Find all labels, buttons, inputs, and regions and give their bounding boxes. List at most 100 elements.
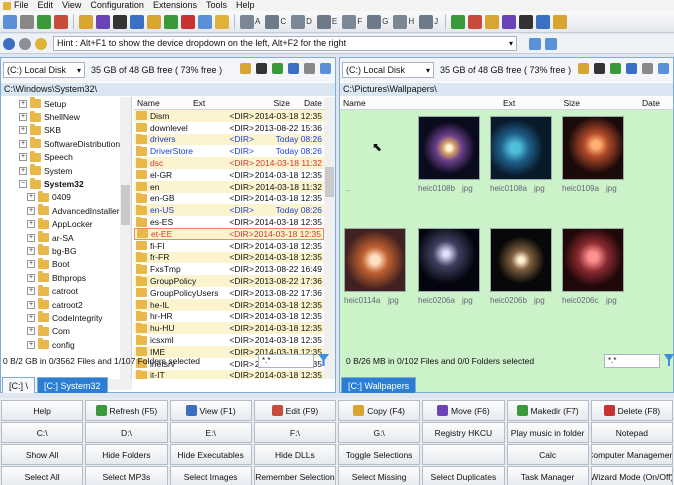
expand-icon[interactable]: +	[19, 139, 27, 148]
delete-f8-button[interactable]: Delete (F8)	[590, 400, 673, 421]
expand-icon[interactable]: +	[27, 220, 35, 229]
drive-e-icon[interactable]	[316, 14, 331, 29]
refresh-f5-button[interactable]: Refresh (F5)	[85, 400, 168, 421]
table-row[interactable]: dsc <DIR> 2014-03-18 11:32	[134, 157, 324, 169]
table-row[interactable]: fr-FR <DIR> 2014-03-18 12:35	[134, 251, 324, 264]
table-row[interactable]: FxsTmp <DIR> 2013-08-22 16:49	[134, 263, 324, 275]
tree-item[interactable]: + Com	[1, 324, 131, 338]
tree-item[interactable]: +0409	[1, 190, 131, 204]
menu-extensions[interactable]: Extensions	[153, 0, 197, 11]
tree-item[interactable]: + ar-SA	[1, 231, 131, 244]
tool-icon[interactable]	[198, 14, 212, 29]
table-row[interactable]: hu-HU <DIR> 2014-03-18 12:35	[134, 322, 324, 335]
image-thumbnail[interactable]: heic0114a jpg	[344, 228, 408, 308]
table-row[interactable]: icsxml <DIR> 2014-03-18 12:35	[134, 334, 324, 346]
tool-icon[interactable]	[536, 14, 551, 29]
edit-f9-button[interactable]: Edit (F9)	[253, 400, 336, 421]
task-manager-button[interactable]: Task Manager	[506, 466, 589, 485]
col-ext[interactable]: Ext	[190, 98, 234, 108]
tree-item[interactable]: + Bthprops	[1, 271, 131, 284]
copy-f4-button[interactable]: Copy (F4)	[338, 400, 421, 421]
menu-file[interactable]: File	[14, 0, 29, 11]
tool-icon[interactable]	[20, 14, 34, 29]
menu-help[interactable]: Help	[236, 0, 255, 11]
tree-item[interactable]: + config	[1, 338, 131, 351]
history-icon[interactable]	[19, 37, 31, 50]
col-date[interactable]: Date	[580, 98, 660, 108]
tab-root[interactable]: [C:] \	[2, 377, 36, 393]
tool-icon[interactable]	[54, 14, 68, 29]
image-thumbnail[interactable]: heic0206c jpg	[562, 228, 626, 308]
tree-scrollbar[interactable]	[120, 97, 131, 379]
select-mp3s-button[interactable]: Select MP3s	[85, 466, 168, 485]
refresh-icon[interactable]	[578, 63, 589, 74]
tree-item[interactable]: + Speech	[1, 150, 131, 164]
tool-icon[interactable]	[113, 14, 127, 29]
e-button[interactable]: E:\	[169, 422, 252, 443]
table-row[interactable]: en-US <DIR> Today 08:26	[134, 204, 324, 217]
g-button[interactable]: G:\	[338, 422, 421, 443]
drive-f-icon[interactable]	[342, 14, 357, 29]
expand-icon[interactable]: +	[27, 300, 35, 309]
chevron-down-icon[interactable]: ▾	[509, 37, 513, 50]
table-row[interactable]: en-GB <DIR> 2014-03-18 12:35	[134, 193, 324, 205]
remember-selection-button[interactable]: Remember Selection	[253, 466, 336, 485]
tool-icon[interactable]	[37, 14, 51, 29]
drive-h-icon[interactable]	[393, 14, 408, 29]
help-button[interactable]: Help	[1, 400, 84, 421]
makedir-f7-button[interactable]: Makedir (F7)	[506, 400, 589, 421]
tree-item[interactable]: + Setup	[1, 97, 131, 110]
c-button[interactable]: C:\	[1, 422, 84, 443]
select-images-button[interactable]: Select Images	[169, 466, 252, 485]
expand-icon[interactable]: +	[19, 113, 27, 122]
d-button[interactable]: D:\	[85, 422, 168, 443]
tool-icon[interactable]	[79, 14, 93, 29]
layout-icon[interactable]	[658, 63, 669, 74]
expand-icon[interactable]: +	[19, 153, 27, 162]
left-panel-icon[interactable]	[529, 37, 541, 50]
table-row[interactable]: drivers <DIR> Today 08:26	[134, 133, 324, 146]
menu-edit[interactable]: Edit	[38, 0, 54, 11]
tree-item[interactable]: + System	[1, 164, 131, 177]
col-date[interactable]: Date	[290, 98, 322, 108]
expand-icon[interactable]: +	[27, 260, 35, 269]
select-all-button[interactable]: Select All	[1, 466, 84, 485]
drive-d-icon[interactable]	[291, 14, 306, 29]
tool-icon[interactable]	[147, 14, 161, 29]
tool-icon[interactable]	[215, 14, 229, 29]
registry-hkcu-button[interactable]: Registry HKCU	[422, 422, 505, 443]
tree-item[interactable]: + SoftwareDistribution	[1, 137, 131, 150]
back-icon[interactable]	[3, 37, 15, 50]
table-row[interactable]: he-IL <DIR> 2014-03-18 12:35	[134, 298, 324, 311]
hide-executables-button[interactable]: Hide Executables	[169, 444, 252, 465]
select-duplicates-button[interactable]: Select Duplicates	[422, 466, 505, 485]
hide-dlls-button[interactable]: Hide DLLs	[253, 444, 336, 465]
col-size[interactable]: Size	[234, 98, 290, 108]
play-music-in-folder-button[interactable]: Play music in folder	[506, 422, 589, 443]
refresh-icon[interactable]	[240, 63, 251, 74]
tab-wallpapers[interactable]: [C:] Wallpapers	[341, 377, 417, 393]
image-thumbnail[interactable]: heic0108b jpg	[418, 116, 482, 196]
expand-icon[interactable]: +	[27, 273, 35, 282]
up-folder-icon[interactable]	[610, 63, 621, 74]
tools-icon[interactable]	[304, 63, 315, 74]
tool-icon[interactable]	[451, 14, 466, 29]
expand-icon[interactable]: +	[27, 340, 35, 349]
drive-g-icon[interactable]	[367, 14, 382, 29]
expand-icon[interactable]: −	[19, 180, 27, 189]
toggle-selections-button[interactable]: Toggle Selections	[338, 444, 421, 465]
tree-item[interactable]: + Boot	[1, 257, 131, 271]
right-path-bar[interactable]: C:\Pictures\Wallpapers\	[340, 83, 673, 96]
empty-button[interactable]	[422, 444, 505, 465]
notepad-button[interactable]: Notepad	[590, 422, 673, 443]
right-panel-icon[interactable]	[545, 37, 557, 50]
root-icon[interactable]	[256, 63, 267, 74]
expand-icon[interactable]: +	[27, 193, 35, 202]
drive-a-icon[interactable]	[240, 14, 254, 29]
col-ext[interactable]: Ext	[500, 98, 560, 108]
file-list-scrollbar[interactable]	[324, 97, 335, 379]
left-path-bar[interactable]: C:\Windows\System32\	[1, 83, 335, 96]
tool-icon[interactable]	[181, 14, 195, 29]
show-all-button[interactable]: Show All	[1, 444, 84, 465]
tree-item[interactable]: + ShellNew	[1, 110, 131, 123]
